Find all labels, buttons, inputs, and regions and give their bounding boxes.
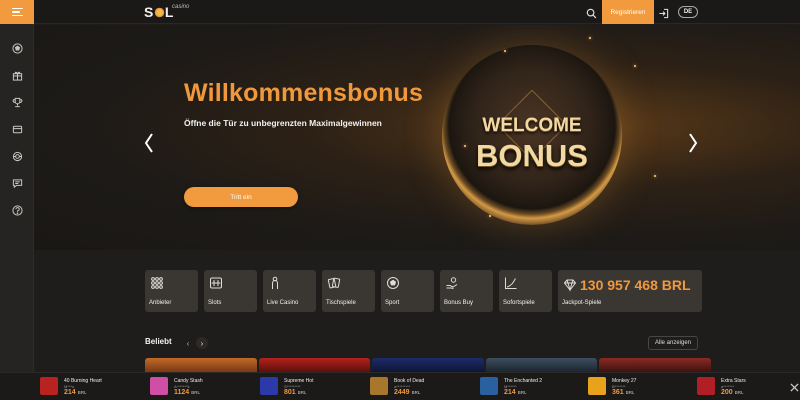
category-label: Jackpot-Spiele xyxy=(562,300,602,306)
grid-icon xyxy=(150,276,164,290)
ticker-amount: 1124 BRL xyxy=(174,389,200,396)
category-label: Slots xyxy=(208,300,222,306)
ticker-amount: 361 BRL xyxy=(612,389,635,396)
ticker-amount: 200 BRL xyxy=(721,389,744,396)
hero-banner: Willkommensbonus Öffne die Tür zu unbegr… xyxy=(34,25,800,250)
category-tile-providers[interactable]: Anbieter xyxy=(145,270,198,312)
game-thumbnail xyxy=(588,377,606,395)
chevron-left-icon[interactable]: ‹ xyxy=(182,337,194,349)
show-all-button[interactable]: Alle anzeigen xyxy=(648,336,698,350)
jackpot-amount: 130 957 468 BRL xyxy=(580,277,691,293)
soccer-ball-icon[interactable] xyxy=(11,42,23,54)
game-thumbnail xyxy=(697,377,715,395)
category-label: Sport xyxy=(385,300,400,306)
game-thumbnail xyxy=(480,377,498,395)
logo[interactable]: SL xyxy=(144,4,174,20)
sparkle xyxy=(464,145,466,147)
category-label: Tischspiele xyxy=(326,300,356,306)
category-label: Sofortspiele xyxy=(503,300,535,306)
left-sidebar xyxy=(0,0,34,372)
diamond-icon xyxy=(563,278,577,292)
hero-title: Willkommensbonus xyxy=(184,79,424,107)
dealer-icon xyxy=(268,276,282,290)
chat-icon[interactable] xyxy=(11,177,23,189)
game-thumbnail[interactable] xyxy=(258,358,371,372)
sparkle xyxy=(589,37,591,39)
cards-icon xyxy=(327,276,341,290)
game-thumbnail xyxy=(40,377,58,395)
game-thumbnail[interactable] xyxy=(145,358,257,372)
sparkle xyxy=(634,65,636,67)
login-icon[interactable] xyxy=(658,6,670,19)
section-title-popular: Beliebt xyxy=(145,337,172,346)
carousel-next-icon[interactable] xyxy=(688,133,698,153)
logo-subtitle: casino xyxy=(172,4,190,10)
game-thumbnail[interactable] xyxy=(599,358,711,372)
help-icon[interactable] xyxy=(11,204,23,216)
wallet-icon[interactable] xyxy=(11,123,23,135)
menu-icon[interactable] xyxy=(0,0,34,24)
slot-machine-icon xyxy=(209,276,223,290)
ticker-amount: 214 BRL xyxy=(504,389,527,396)
category-tile-slots[interactable]: Slots xyxy=(204,270,257,312)
close-icon[interactable] xyxy=(790,379,800,392)
hand-coin-icon xyxy=(445,276,459,290)
sparkle xyxy=(489,215,491,217)
ticker-amount: 214 BRL xyxy=(64,389,87,396)
game-thumbnail xyxy=(370,377,388,395)
coin-line-2: BONUS xyxy=(476,138,588,173)
language-selector[interactable]: DE xyxy=(678,6,698,18)
game-thumbnail xyxy=(150,377,168,395)
recent-wins-ticker: 40 Burning Heart M***o 214 BRL Candy Stas… xyxy=(0,372,800,400)
category-label: Bonus Buy xyxy=(444,300,474,306)
category-tile-jackpot[interactable]: 130 957 468 BRL Jackpot-Spiele xyxy=(558,270,702,312)
game-thumbnail[interactable] xyxy=(372,358,484,372)
popular-games-row xyxy=(145,358,711,372)
hero-subtitle: Öffne die Tür zu unbegrenzten Maximalgew… xyxy=(184,118,382,128)
ticker-amount: 801 BRL xyxy=(284,389,307,396)
category-bar: Anbieter Slots Live Casino Tischspiele S… xyxy=(145,270,702,312)
search-icon[interactable] xyxy=(586,6,598,19)
chart-line-icon xyxy=(504,276,518,290)
category-tile-sport[interactable]: Sport xyxy=(381,270,434,312)
soccer-ball-icon xyxy=(386,276,400,290)
category-tile-table-games[interactable]: Tischspiele xyxy=(322,270,375,312)
welcome-bonus-coin: WELCOME BONUS xyxy=(442,45,622,225)
sparkle xyxy=(654,175,656,177)
game-thumbnail xyxy=(260,377,278,395)
hero-cta-button[interactable]: Tritt ein xyxy=(184,187,298,207)
category-tile-instant-games[interactable]: Sofortspiele xyxy=(499,270,552,312)
category-label: Live Casino xyxy=(267,300,299,306)
category-tile-live-casino[interactable]: Live Casino xyxy=(263,270,316,312)
top-bar: SL casino Registrieren DE xyxy=(34,0,800,24)
game-thumbnail[interactable] xyxy=(485,358,598,372)
trophy-icon[interactable] xyxy=(11,96,23,108)
carousel-prev-icon[interactable] xyxy=(144,133,154,153)
support-icon[interactable] xyxy=(11,150,23,162)
register-button[interactable]: Registrieren xyxy=(602,0,654,24)
category-label: Anbieter xyxy=(149,300,172,306)
casino-app: SL casino Registrieren DE Willkommensbon… xyxy=(0,0,800,400)
coin-line-1: WELCOME xyxy=(482,115,582,136)
gift-icon[interactable] xyxy=(11,69,23,81)
sparkle xyxy=(504,50,506,52)
category-tile-bonus-buy[interactable]: Bonus Buy xyxy=(440,270,493,312)
ticker-amount: 2449 BRL xyxy=(394,389,421,396)
chevron-right-icon[interactable]: › xyxy=(196,337,208,349)
